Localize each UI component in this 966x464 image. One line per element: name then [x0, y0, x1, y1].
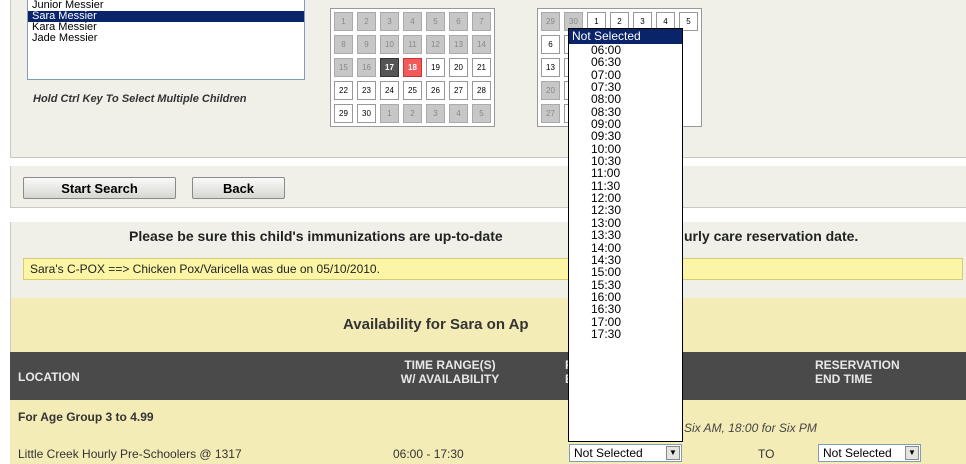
- calendar-day[interactable]: 19: [426, 58, 445, 77]
- calendar-day[interactable]: 20: [541, 81, 560, 100]
- col-time-range: TIME RANGE(S) W/ AVAILABILITY: [390, 358, 510, 386]
- calendar-day[interactable]: 4: [403, 12, 422, 31]
- calendar-day[interactable]: 26: [426, 81, 445, 100]
- time-option[interactable]: Not Selected: [569, 29, 682, 44]
- calendar-day[interactable]: 27: [541, 104, 560, 123]
- calendar-day[interactable]: 29: [334, 104, 353, 123]
- col-time-range-line1: TIME RANGE(S): [404, 358, 496, 372]
- time-option[interactable]: 16:30: [569, 303, 682, 316]
- immunization-title-tail: urly care reservation date.: [684, 228, 859, 244]
- time-option[interactable]: 15:30: [569, 278, 682, 291]
- time-option[interactable]: 17:00: [569, 315, 682, 328]
- location-name: Little Creek Hourly Pre-Schoolers @ 1317: [18, 447, 242, 461]
- time-range-value: 06:00 - 17:30: [393, 447, 464, 461]
- calendar-day[interactable]: 22: [334, 81, 353, 100]
- child-option[interactable]: Jade Messier: [28, 33, 304, 44]
- button-bar: Start Search Back: [10, 166, 966, 208]
- back-button[interactable]: Back: [192, 177, 285, 199]
- calendar-day[interactable]: 12: [426, 35, 445, 54]
- time-option[interactable]: 10:00: [569, 142, 682, 155]
- start-search-button[interactable]: Start Search: [23, 177, 176, 199]
- calendar-day[interactable]: 29: [541, 12, 560, 31]
- start-time-value: Not Selected: [574, 446, 643, 460]
- to-label: TO: [758, 447, 775, 461]
- time-option[interactable]: 09:00: [569, 118, 682, 131]
- calendar-day[interactable]: 13: [541, 58, 560, 77]
- col-end-time: RESERVATION END TIME: [815, 358, 900, 386]
- time-option[interactable]: 12:30: [569, 204, 682, 217]
- time-option[interactable]: 14:30: [569, 253, 682, 266]
- calendar-left: 1 2 3 4 5 6 7 8 9 10 11 12 13 14 15 16 17 18 19 20 21 22 23 24 2…: [330, 8, 495, 127]
- hold-ctrl-note: Hold Ctrl Key To Select Multiple Childre…: [33, 93, 247, 105]
- calendar-day[interactable]: 24: [380, 81, 399, 100]
- end-time-value: Not Selected: [823, 446, 892, 460]
- time-option[interactable]: 12:00: [569, 192, 682, 205]
- end-time-select[interactable]: Not Selected ▼: [818, 444, 921, 462]
- calendar-day[interactable]: 28: [472, 81, 491, 100]
- calendar-day[interactable]: 17: [380, 58, 399, 77]
- chevron-down-icon[interactable]: ▼: [905, 446, 919, 460]
- calendar-day[interactable]: 2: [357, 12, 376, 31]
- col-location: LOCATION: [18, 370, 80, 384]
- immunization-title-text: Please be sure this child's immunization…: [129, 228, 503, 244]
- calendar-day[interactable]: 5: [426, 12, 445, 31]
- calendar-day[interactable]: 5: [472, 104, 491, 123]
- time-option[interactable]: 06:00: [569, 44, 682, 57]
- calendar-day[interactable]: 8: [334, 35, 353, 54]
- time-option[interactable]: 07:00: [569, 68, 682, 81]
- time-option[interactable]: 10:30: [569, 155, 682, 168]
- time-format-hint: Six AM, 18:00 for Six PM: [684, 421, 817, 435]
- col-end-line2: END TIME: [815, 372, 873, 386]
- time-option[interactable]: 07:30: [569, 81, 682, 94]
- calendar-day[interactable]: 18: [403, 58, 422, 77]
- time-option[interactable]: 13:00: [569, 216, 682, 229]
- calendar-day[interactable]: 1: [380, 104, 399, 123]
- calendar-day[interactable]: 10: [380, 35, 399, 54]
- calendar-day[interactable]: 6: [541, 35, 560, 54]
- start-time-dropdown-list[interactable]: Not Selected 06:00 06:30 07:00 07:30 08:00 08:…: [568, 28, 683, 442]
- children-listbox[interactable]: Junior Messier Sara Messier Kara Messier Ja…: [27, 0, 305, 80]
- calendar-day[interactable]: 11: [403, 35, 422, 54]
- time-option[interactable]: 11:30: [569, 179, 682, 192]
- time-option[interactable]: 08:30: [569, 105, 682, 118]
- calendar-day[interactable]: 15: [334, 58, 353, 77]
- calendar-day[interactable]: 23: [357, 81, 376, 100]
- calendar-day[interactable]: 3: [380, 12, 399, 31]
- immunization-panel: Please be sure this child's immunization…: [10, 222, 966, 298]
- time-option[interactable]: 06:30: [569, 56, 682, 69]
- time-option[interactable]: 15:00: [569, 266, 682, 279]
- start-time-select[interactable]: Not Selected ▼: [569, 444, 682, 462]
- calendar-day[interactable]: 21: [472, 58, 491, 77]
- calendar-day[interactable]: 27: [449, 81, 468, 100]
- calendar-day[interactable]: 9: [357, 35, 376, 54]
- col-time-range-line2: W/ AVAILABILITY: [400, 372, 500, 386]
- calendar-day[interactable]: 20: [449, 58, 468, 77]
- time-option[interactable]: 17:30: [569, 328, 682, 341]
- time-option[interactable]: 11:00: [569, 167, 682, 180]
- calendar-day[interactable]: 16: [357, 58, 376, 77]
- calendar-day[interactable]: 13: [449, 35, 468, 54]
- col-end-line1: RESERVATION: [815, 358, 900, 372]
- availability-header: Availability for Sara on Ap: [10, 298, 966, 352]
- time-option[interactable]: 14:00: [569, 241, 682, 254]
- calendar-day[interactable]: 7: [472, 12, 491, 31]
- calendar-day[interactable]: 4: [449, 104, 468, 123]
- availability-title: Availability for Sara on Ap: [343, 316, 529, 333]
- calendar-day[interactable]: 2: [403, 104, 422, 123]
- chevron-down-icon[interactable]: ▼: [666, 446, 680, 460]
- time-option[interactable]: 16:00: [569, 291, 682, 304]
- table-body: For Age Group 3 to 4.99 Six AM, 18:00 fo…: [10, 400, 966, 464]
- age-group-label: For Age Group 3 to 4.99: [18, 410, 154, 424]
- calendar-day[interactable]: 25: [403, 81, 422, 100]
- calendar-day[interactable]: 6: [449, 12, 468, 31]
- calendar-day[interactable]: 30: [357, 104, 376, 123]
- immunization-warning: Sara's C-POX ==> Chicken Pox/Varicella w…: [23, 258, 963, 280]
- table-header: LOCATION TIME RANGE(S) W/ AVAILABILITY R…: [10, 352, 966, 400]
- calendar-day[interactable]: 14: [472, 35, 491, 54]
- time-option[interactable]: 09:30: [569, 130, 682, 143]
- calendar-day[interactable]: 1: [334, 12, 353, 31]
- calendar-day[interactable]: 3: [426, 104, 445, 123]
- time-option[interactable]: 08:00: [569, 93, 682, 106]
- time-option[interactable]: 13:30: [569, 229, 682, 242]
